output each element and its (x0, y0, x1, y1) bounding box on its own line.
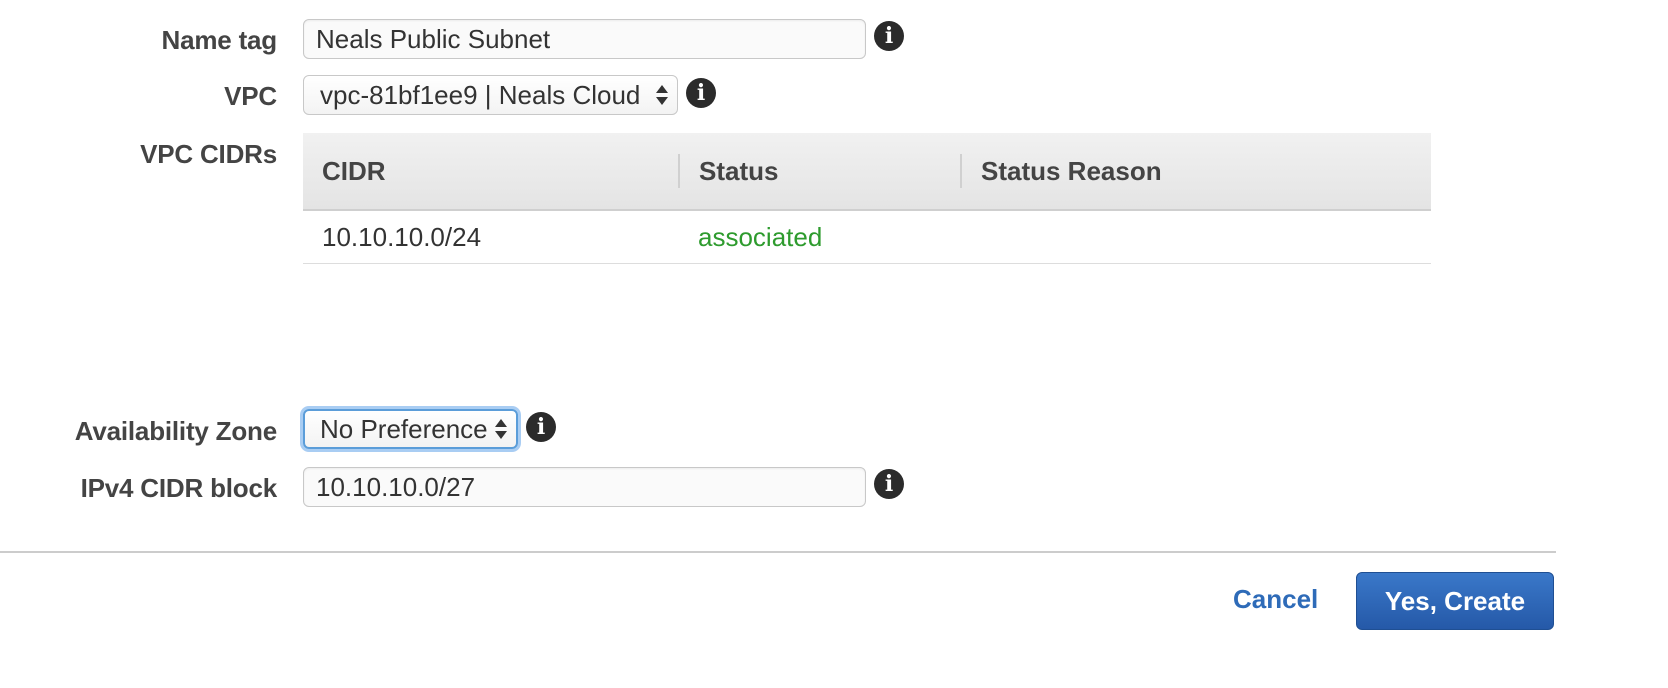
select-arrows-icon (494, 411, 508, 447)
info-icon[interactable]: i (874, 469, 904, 499)
status-cell: associated (698, 222, 823, 252)
select-arrows-icon (655, 76, 669, 114)
vpc-select[interactable]: vpc-81bf1ee9 | Neals Cloud (303, 75, 678, 115)
footer-divider (0, 551, 1556, 553)
column-divider[interactable] (960, 154, 962, 188)
vpc-label: VPC (224, 81, 277, 111)
column-header-status-reason[interactable]: Status Reason (981, 133, 1162, 209)
cancel-button[interactable]: Cancel (1233, 584, 1318, 615)
column-divider[interactable] (678, 154, 680, 188)
table-header: CIDR Status Status Reason (303, 133, 1431, 211)
yes-create-button[interactable]: Yes, Create (1356, 572, 1554, 630)
info-icon[interactable]: i (686, 78, 716, 108)
vpc-cidrs-label: VPC CIDRs (140, 139, 277, 169)
cidr-cell: 10.10.10.0/24 (322, 222, 482, 252)
column-header-cidr[interactable]: CIDR (322, 133, 386, 209)
name-tag-input[interactable]: Neals Public Subnet (303, 19, 866, 59)
availability-zone-label: Availability Zone (74, 416, 277, 446)
vpc-cidrs-table: CIDR Status Status Reason 10.10.10.0/24 … (303, 133, 1431, 264)
availability-zone-select-value: No Preference (320, 414, 488, 444)
availability-zone-select[interactable]: No Preference (303, 409, 518, 449)
name-tag-label: Name tag (161, 25, 278, 55)
table-row: 10.10.10.0/24 associated (303, 211, 1431, 264)
info-icon[interactable]: i (526, 412, 556, 442)
column-header-status[interactable]: Status (699, 133, 778, 209)
vpc-select-value: vpc-81bf1ee9 | Neals Cloud (320, 80, 641, 110)
ipv4-cidr-block-input[interactable]: 10.10.10.0/27 (303, 467, 866, 507)
ipv4-cidr-block-label: IPv4 CIDR block (80, 473, 278, 503)
info-icon[interactable]: i (874, 21, 904, 51)
